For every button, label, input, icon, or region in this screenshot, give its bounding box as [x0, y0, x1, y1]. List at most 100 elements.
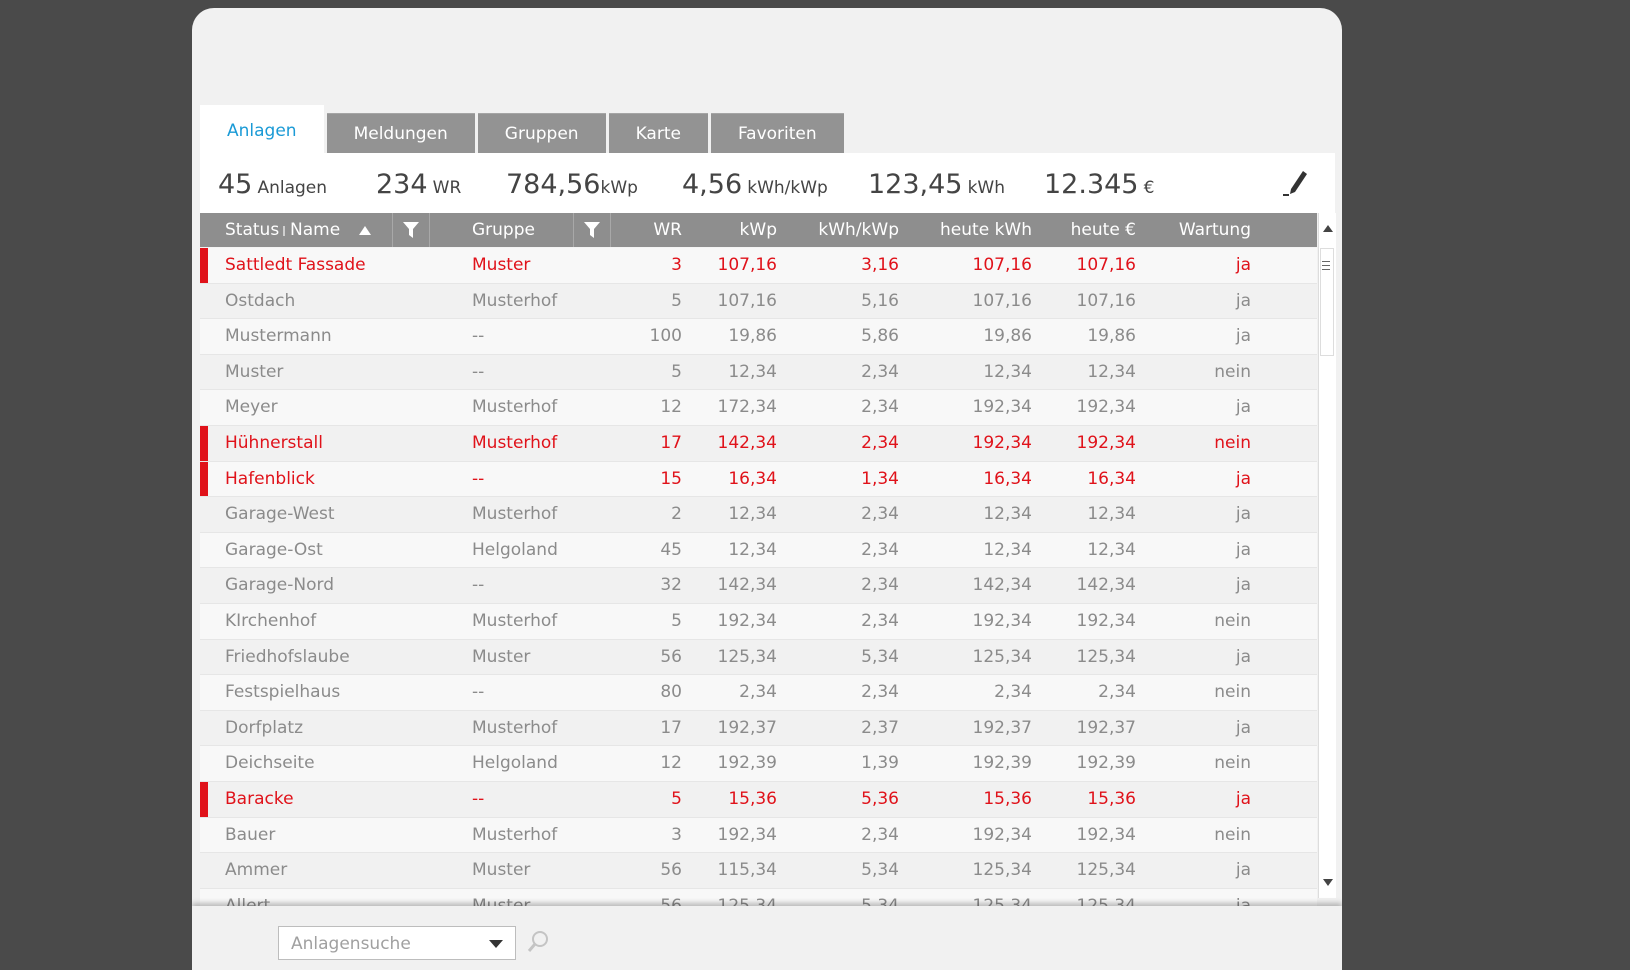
- table-row[interactable]: Sattledt Fassade Muster 3 107,16 3,16 107,16 1…: [200, 248, 1317, 284]
- cell-kwhkwp: 2,34: [861, 610, 899, 631]
- cell-heute-eur: 107,16: [1076, 290, 1136, 311]
- chevron-down-icon[interactable]: [489, 940, 503, 948]
- cell-gruppe: --: [472, 361, 485, 382]
- cell-kwp: 19,86: [728, 326, 777, 347]
- cell-heute-kwh: 16,34: [983, 468, 1032, 489]
- table-row[interactable]: Baracke -- 5 15,36 5,36 15,36 15,36 ja: [200, 781, 1317, 818]
- cell-wr: 5: [671, 610, 682, 631]
- magnifier-icon[interactable]: [524, 928, 552, 956]
- table-scrollbar[interactable]: [1318, 213, 1336, 898]
- table-row[interactable]: Garage-West Musterhof 2 12,34 2,34 12,34 12,34…: [200, 497, 1317, 533]
- status-error-indicator: [200, 248, 208, 283]
- stat-value: 4,56: [682, 169, 743, 200]
- cell-wr: 5: [671, 788, 682, 809]
- table-row[interactable]: Dorfplatz Musterhof 17 192,37 2,37 192,37 192,…: [200, 710, 1317, 747]
- table-row[interactable]: Ammer Muster 56 115,34 5,34 125,34 125,34 ja: [200, 853, 1317, 889]
- table-row[interactable]: Muster -- 5 12,34 2,34 12,34 12,34 nein: [200, 354, 1317, 391]
- tab-favoriten[interactable]: Favoriten: [710, 113, 844, 153]
- filter-icon[interactable]: [573, 213, 611, 247]
- tab-anlagen[interactable]: Anlagen: [200, 105, 324, 153]
- table-row[interactable]: Hafenblick -- 15 16,34 1,34 16,34 16,34 ja: [200, 461, 1317, 498]
- table-row[interactable]: Ostdach Musterhof 5 107,16 5,16 107,16 107,16 j…: [200, 283, 1317, 320]
- cell-heute-kwh: 192,34: [972, 397, 1032, 418]
- cell-wartung: nein: [1214, 824, 1251, 845]
- cell-wr: 32: [660, 575, 682, 596]
- table-row[interactable]: Deichseite Helgoland 12 192,39 1,39 192,39 192…: [200, 746, 1317, 782]
- column-header-wartung[interactable]: Wartung: [1150, 213, 1251, 247]
- cell-kwp: 142,34: [717, 575, 777, 596]
- tab-meldungen[interactable]: Meldungen: [326, 113, 475, 153]
- cell-wr: 17: [660, 717, 682, 738]
- cell-heute-kwh: 192,34: [972, 610, 1032, 631]
- column-header-kwhkwp[interactable]: kWh/kWp: [790, 213, 899, 247]
- cell-kwp: 172,34: [717, 397, 777, 418]
- cell-kwhkwp: 2,34: [861, 539, 899, 560]
- table-row[interactable]: Garage-Nord -- 32 142,34 2,34 142,34 142,34 ja: [200, 568, 1317, 604]
- column-header-kwp[interactable]: kWp: [700, 213, 777, 247]
- table-row[interactable]: Bauer Musterhof 3 192,34 2,34 192,34 192,34 nei…: [200, 817, 1317, 854]
- column-header-wr[interactable]: WR: [620, 213, 682, 247]
- cell-gruppe: Muster: [472, 860, 531, 881]
- filter-icon[interactable]: [392, 213, 430, 247]
- cell-name: Muster: [225, 361, 284, 382]
- cell-kwp: 12,34: [728, 539, 777, 560]
- cell-name: Baracke: [225, 788, 294, 809]
- column-header-heute-kwh[interactable]: heute kWh: [915, 213, 1032, 247]
- stat-value: 12.345: [1044, 169, 1139, 200]
- cell-wartung: ja: [1235, 397, 1251, 418]
- cell-wr: 45: [660, 539, 682, 560]
- cell-wartung: ja: [1235, 468, 1251, 489]
- table-row[interactable]: KIrchenhof Musterhof 5 192,34 2,34 192,34 192,…: [200, 603, 1317, 640]
- cell-kwp: 192,34: [717, 610, 777, 631]
- cell-gruppe: Muster: [472, 255, 531, 275]
- column-header-name[interactable]: Name: [290, 213, 340, 247]
- cell-name: Ammer: [225, 860, 288, 881]
- search-input[interactable]: [279, 927, 483, 961]
- table-row[interactable]: Festspielhaus -- 80 2,34 2,34 2,34 2,34 nein: [200, 675, 1317, 711]
- cell-wartung: nein: [1214, 361, 1251, 382]
- anlagen-search-combobox[interactable]: [278, 926, 516, 961]
- stat-value: 123,45: [868, 169, 963, 200]
- cell-wartung: nein: [1214, 610, 1251, 631]
- cell-heute-eur: 192,39: [1076, 753, 1136, 774]
- cell-wartung: ja: [1235, 575, 1251, 596]
- cell-wartung: ja: [1235, 326, 1251, 347]
- cell-kwp: 142,34: [717, 432, 777, 453]
- cell-kwhkwp: 5,36: [861, 788, 899, 809]
- cell-name: Garage-Nord: [225, 575, 334, 596]
- cell-wr: 56: [660, 860, 682, 881]
- table-row[interactable]: Mustermann -- 100 19,86 5,86 19,86 19,86 ja: [200, 319, 1317, 355]
- table-row[interactable]: Hühnerstall Musterhof 17 142,34 2,34 192,34 19…: [200, 425, 1317, 462]
- cell-kwhkwp: 2,34: [861, 361, 899, 382]
- table-row[interactable]: Friedhofslaube Muster 56 125,34 5,34 125,34 12…: [200, 639, 1317, 676]
- stat-anlagen: 45 Anlagen: [218, 169, 327, 200]
- cell-gruppe: --: [472, 682, 485, 703]
- tab-karte[interactable]: Karte: [608, 113, 708, 153]
- cell-heute-eur: 16,34: [1087, 468, 1136, 489]
- cell-name: Ostdach: [225, 290, 296, 311]
- cell-name: Friedhofslaube: [225, 646, 350, 667]
- scroll-up-icon[interactable]: [1323, 225, 1333, 232]
- cell-heute-kwh: 107,16: [972, 290, 1032, 311]
- column-header-heute-eur[interactable]: heute €: [1040, 213, 1136, 247]
- stat-value: 784,56: [506, 169, 601, 200]
- table-row[interactable]: Meyer Musterhof 12 172,34 2,34 192,34 192,34 ja: [200, 390, 1317, 426]
- header-divider: [283, 226, 285, 236]
- table-row[interactable]: Garage-Ost Helgoland 45 12,34 2,34 12,34 12,34…: [200, 532, 1317, 569]
- sort-ascending-icon[interactable]: [359, 226, 371, 235]
- cell-kwp: 107,16: [717, 255, 777, 275]
- cell-wr: 3: [671, 255, 682, 275]
- cell-name: Bauer: [225, 824, 276, 845]
- stat-kwhkwp: 4,56 kWh/kWp: [682, 169, 828, 200]
- cell-heute-kwh: 125,34: [972, 646, 1032, 667]
- column-header-status[interactable]: Status: [225, 213, 279, 247]
- cell-gruppe: Helgoland: [472, 539, 558, 560]
- pencil-icon[interactable]: [1281, 167, 1309, 197]
- cell-heute-kwh: 125,34: [972, 860, 1032, 881]
- tab-bar: Anlagen Meldungen Gruppen Karte Favorite…: [200, 105, 847, 153]
- cell-kwhkwp: 1,34: [861, 468, 899, 489]
- scroll-down-icon[interactable]: [1323, 879, 1333, 886]
- cell-heute-eur: 192,34: [1076, 432, 1136, 453]
- column-header-gruppe[interactable]: Gruppe: [472, 213, 535, 247]
- tab-gruppen[interactable]: Gruppen: [477, 113, 606, 153]
